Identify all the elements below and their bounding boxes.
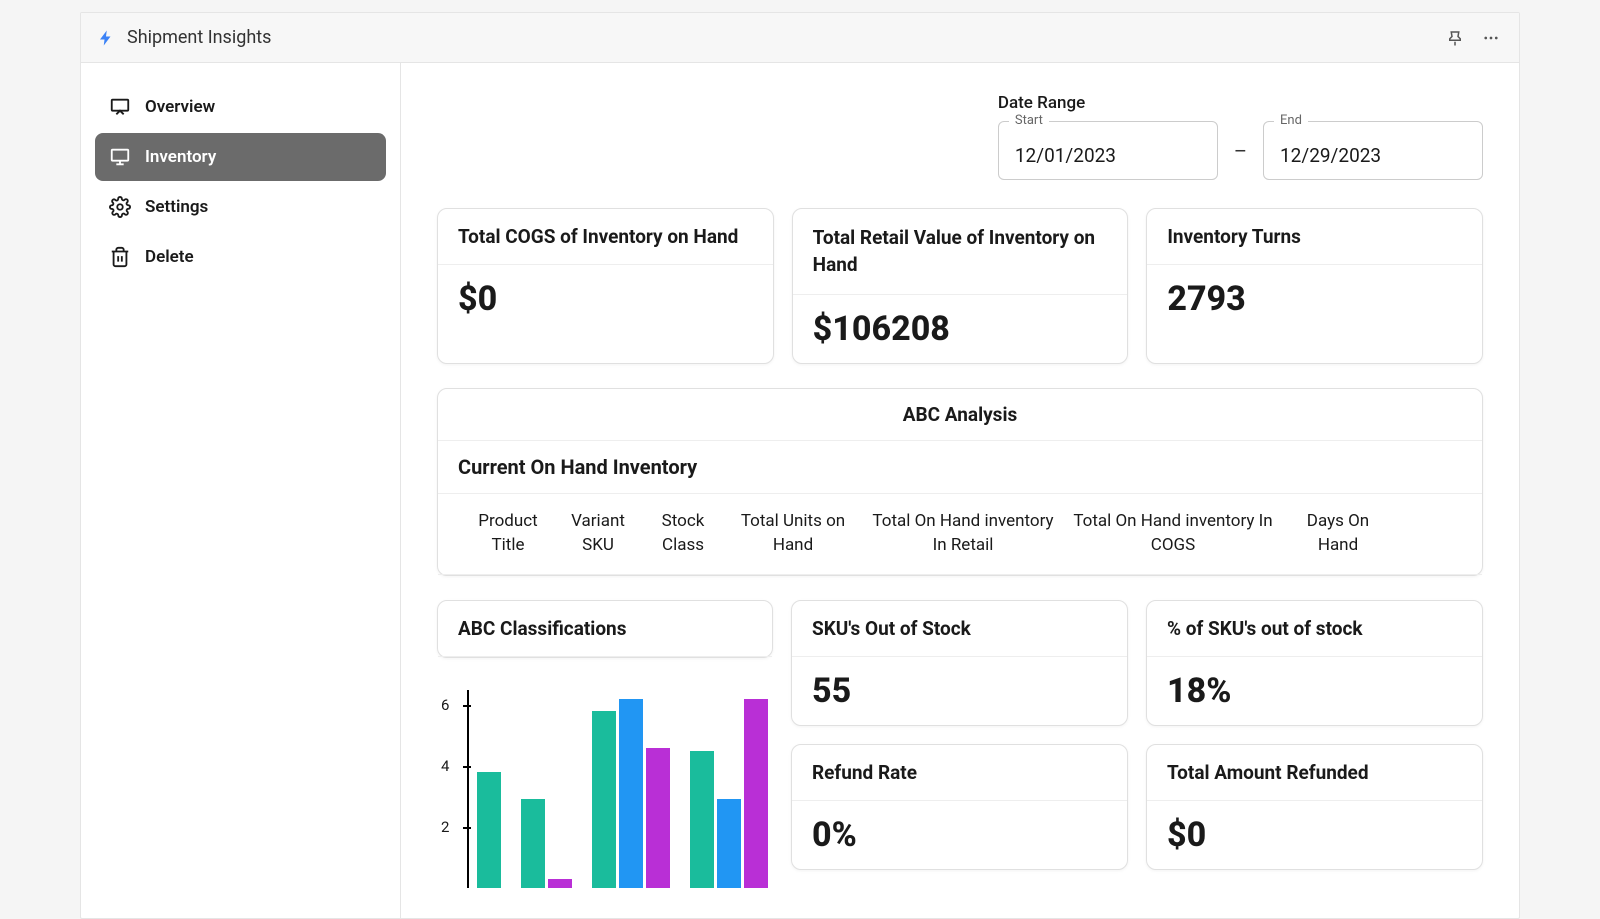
- date-end-input[interactable]: End 12/29/2023: [1263, 121, 1483, 180]
- bar-group: [521, 799, 572, 887]
- col-onhand-cogs: Total On Hand inventory In COGS: [1068, 510, 1278, 558]
- sidebar-item-label: Inventory: [145, 147, 216, 167]
- date-range-dash: –: [1234, 139, 1247, 163]
- chart-bars: [477, 690, 773, 888]
- card-total-cogs: Total COGS of Inventory on Hand $0: [437, 208, 774, 364]
- sidebar-item-label: Overview: [145, 97, 215, 117]
- col-stock-class: Stock Class: [648, 510, 718, 558]
- gear-icon: [109, 196, 131, 218]
- card-pct-sku-out: % of SKU's out of stock 18%: [1146, 600, 1483, 726]
- topbar: Shipment Insights: [81, 13, 1519, 63]
- date-end-value: 12/29/2023: [1280, 144, 1381, 167]
- card-value: 2793: [1147, 265, 1482, 333]
- date-start-legend: Start: [1009, 113, 1049, 128]
- sidebar-item-settings[interactable]: Settings: [95, 183, 386, 231]
- col-total-units: Total Units on Hand: [728, 510, 858, 558]
- pin-button[interactable]: [1441, 24, 1469, 52]
- bar: [548, 879, 572, 888]
- card-title: % of SKU's out of stock: [1167, 617, 1462, 640]
- card-value: $0: [1147, 801, 1482, 869]
- card-value: 0%: [792, 801, 1127, 869]
- col-variant-sku: Variant SKU: [558, 510, 638, 558]
- bar-group: [690, 699, 768, 888]
- sidebar: Overview Inventory Settings Delete: [81, 63, 401, 918]
- bar: [744, 699, 768, 888]
- col-days-on-hand: Days On Hand: [1288, 510, 1388, 558]
- main-content: Date Range Start 12/01/2023 – End 12/29/…: [401, 63, 1519, 918]
- card-value: $106208: [793, 295, 1128, 363]
- abc-classifications-chart: 2 4 6: [437, 678, 773, 888]
- card-title: SKU's Out of Stock: [812, 617, 1107, 640]
- bar: [619, 699, 643, 888]
- abc-title: ABC Analysis: [438, 389, 1482, 441]
- card-title: Refund Rate: [812, 761, 1107, 784]
- app-logo-icon: [95, 27, 117, 49]
- sidebar-item-label: Delete: [145, 247, 194, 267]
- col-product-title: Product Title: [468, 510, 548, 558]
- monitor-icon: [109, 146, 131, 168]
- bar: [717, 799, 741, 887]
- date-range-label: Date Range: [998, 93, 1483, 113]
- bar: [592, 711, 616, 888]
- sidebar-item-label: Settings: [145, 197, 208, 217]
- card-title: Inventory Turns: [1167, 225, 1462, 248]
- card-abc-classifications: ABC Classifications: [437, 600, 773, 658]
- card-title: Total COGS of Inventory on Hand: [458, 225, 753, 248]
- card-inventory-turns: Inventory Turns 2793: [1146, 208, 1483, 364]
- y-tick-label: 4: [441, 757, 769, 775]
- card-abc-analysis: ABC Analysis Current On Hand Inventory P…: [437, 388, 1483, 576]
- abc-subtitle: Current On Hand Inventory: [438, 441, 1482, 494]
- y-tick-label: 6: [441, 696, 769, 714]
- sidebar-item-overview[interactable]: Overview: [95, 83, 386, 131]
- card-refund-rate: Refund Rate 0%: [791, 744, 1128, 870]
- presentation-icon: [109, 96, 131, 118]
- date-start-value: 12/01/2023: [1015, 144, 1116, 167]
- card-total-refunded: Total Amount Refunded $0: [1146, 744, 1483, 870]
- date-start-input[interactable]: Start 12/01/2023: [998, 121, 1218, 180]
- date-range-picker: Date Range Start 12/01/2023 – End 12/29/…: [998, 93, 1483, 180]
- card-title: Total Retail Value of Inventory on Hand: [813, 225, 1108, 278]
- sidebar-item-inventory[interactable]: Inventory: [95, 133, 386, 181]
- card-value: $0: [438, 265, 773, 333]
- card-value: 18%: [1147, 657, 1482, 725]
- card-title: Total Amount Refunded: [1167, 761, 1462, 784]
- card-title: ABC Classifications: [458, 617, 752, 640]
- app-title: Shipment Insights: [127, 27, 271, 48]
- card-sku-out-of-stock: SKU's Out of Stock 55: [791, 600, 1128, 726]
- bar-group: [592, 699, 670, 888]
- col-onhand-retail: Total On Hand inventory In Retail: [868, 510, 1058, 558]
- card-total-retail: Total Retail Value of Inventory on Hand …: [792, 208, 1129, 364]
- card-value: 55: [792, 657, 1127, 725]
- abc-table-header: Product Title Variant SKU Stock Class To…: [438, 494, 1482, 575]
- bar: [521, 799, 545, 887]
- y-tick-label: 2: [441, 818, 769, 836]
- trash-icon: [109, 246, 131, 268]
- date-end-legend: End: [1274, 113, 1308, 128]
- sidebar-item-delete[interactable]: Delete: [95, 233, 386, 281]
- more-options-button[interactable]: [1477, 24, 1505, 52]
